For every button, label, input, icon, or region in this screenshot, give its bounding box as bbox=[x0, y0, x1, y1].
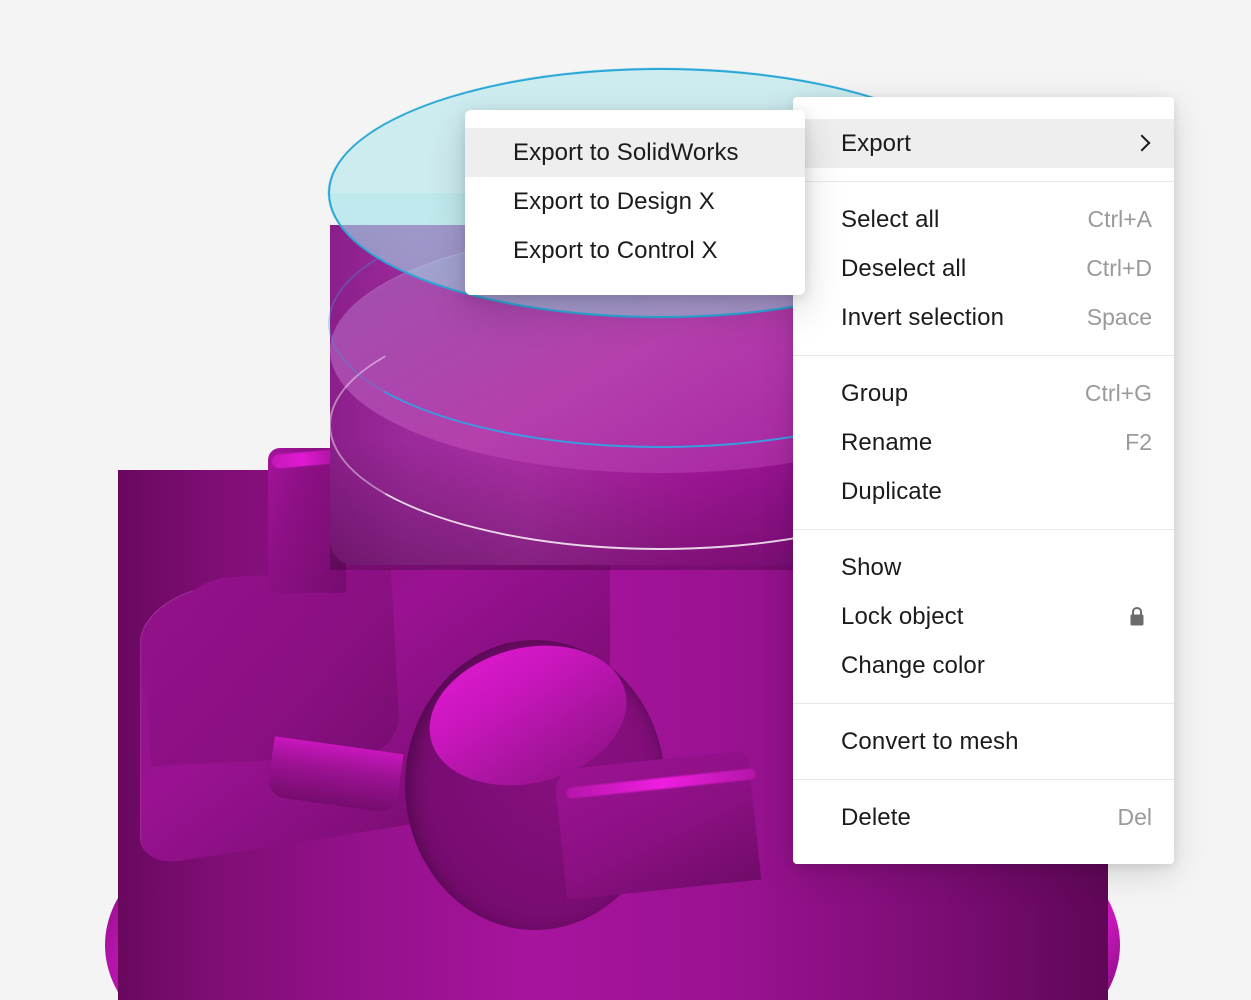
menu-item-shortcut: Space bbox=[1086, 304, 1152, 330]
context-menu[interactable]: Export Select all Ctrl+A Deselect all Ctrl+D… bbox=[793, 97, 1174, 864]
menu-item-trailing: Del bbox=[1117, 806, 1152, 829]
context-menu-item-lock-object[interactable]: Lock object bbox=[793, 592, 1174, 641]
context-menu-item-invert-selection[interactable]: Invert selection Space bbox=[793, 293, 1174, 342]
menu-separator bbox=[793, 355, 1174, 356]
menu-item-trailing: Space bbox=[1087, 306, 1152, 329]
menu-item-label: Group bbox=[841, 379, 909, 407]
menu-item-trailing: Ctrl+D bbox=[1086, 257, 1152, 280]
context-menu-item-show[interactable]: Show bbox=[793, 543, 1174, 592]
menu-item-label: Deselect all bbox=[841, 254, 967, 282]
menu-item-label: Duplicate bbox=[841, 477, 942, 505]
context-menu-item-group[interactable]: Group Ctrl+G bbox=[793, 369, 1174, 418]
menu-item-label: Change color bbox=[841, 651, 985, 679]
menu-item-label: Select all bbox=[841, 205, 940, 233]
context-menu-item-delete[interactable]: Delete Del bbox=[793, 793, 1174, 842]
menu-item-label: Export to Control X bbox=[513, 236, 718, 264]
menu-item-label: Delete bbox=[841, 803, 911, 831]
menu-item-trailing bbox=[1135, 133, 1152, 155]
menu-item-trailing: F2 bbox=[1125, 431, 1152, 454]
context-menu-item-duplicate[interactable]: Duplicate bbox=[793, 467, 1174, 516]
menu-item-label: Export bbox=[841, 129, 911, 157]
export-submenu-item-export-to-design-x[interactable]: Export to Design X bbox=[465, 177, 805, 226]
context-menu-item-export[interactable]: Export bbox=[793, 119, 1174, 168]
menu-item-shortcut: Ctrl+D bbox=[1086, 255, 1152, 281]
lock-icon bbox=[1128, 606, 1146, 628]
menu-separator bbox=[793, 181, 1174, 182]
menu-item-shortcut: Ctrl+A bbox=[1087, 206, 1152, 232]
context-menu-item-select-all[interactable]: Select all Ctrl+A bbox=[793, 195, 1174, 244]
menu-item-trailing: Ctrl+G bbox=[1085, 382, 1152, 405]
menu-item-shortcut: F2 bbox=[1125, 429, 1152, 455]
menu-item-shortcut: Ctrl+G bbox=[1084, 380, 1152, 406]
context-menu-item-convert-to-mesh[interactable]: Convert to mesh bbox=[793, 717, 1174, 766]
menu-item-label: Export to SolidWorks bbox=[513, 138, 739, 166]
export-submenu[interactable]: Export to SolidWorks Export to Design X Ex… bbox=[465, 110, 805, 295]
menu-item-label: Invert selection bbox=[841, 303, 1005, 331]
export-submenu-item-export-to-solidworks[interactable]: Export to SolidWorks bbox=[465, 128, 805, 177]
menu-item-shortcut: Del bbox=[1117, 804, 1152, 830]
menu-item-trailing: Ctrl+A bbox=[1087, 208, 1152, 231]
menu-item-label: Convert to mesh bbox=[841, 727, 1019, 755]
app-stage: Export Select all Ctrl+A Deselect all Ctrl+D… bbox=[0, 0, 1251, 1000]
menu-item-label: Rename bbox=[841, 428, 933, 456]
chevron-right-icon bbox=[1135, 133, 1149, 155]
context-menu-item-change-color[interactable]: Change color bbox=[793, 641, 1174, 690]
menu-item-label: Export to Design X bbox=[513, 187, 715, 215]
menu-item-trailing bbox=[1128, 606, 1152, 628]
menu-separator bbox=[793, 779, 1174, 780]
menu-item-label: Lock object bbox=[841, 602, 964, 630]
menu-separator bbox=[793, 703, 1174, 704]
context-menu-item-deselect-all[interactable]: Deselect all Ctrl+D bbox=[793, 244, 1174, 293]
context-menu-item-rename[interactable]: Rename F2 bbox=[793, 418, 1174, 467]
menu-item-label: Show bbox=[841, 553, 902, 581]
menu-separator bbox=[793, 529, 1174, 530]
export-submenu-item-export-to-control-x[interactable]: Export to Control X bbox=[465, 226, 805, 275]
